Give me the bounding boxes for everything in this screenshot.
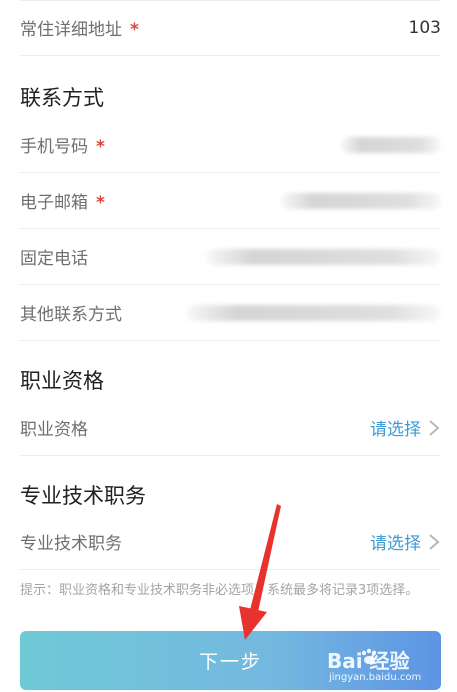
select-text: 请选择	[370, 534, 421, 554]
phone-value-blurred[interactable]	[341, 136, 441, 153]
address-label: 常住详细地址	[20, 20, 122, 40]
watermark-sub: jingyan.baidu.com	[329, 672, 422, 683]
landline-value-blurred[interactable]	[206, 248, 441, 265]
phone-label-group: 手机号码 *	[20, 132, 105, 157]
qualification-label: 职业资格	[20, 420, 88, 440]
section-title-contact: 联系方式	[20, 86, 104, 110]
technical-label: 专业技术职务	[20, 534, 122, 554]
required-mark: *	[130, 20, 139, 40]
required-mark: *	[96, 193, 105, 213]
phone-label: 手机号码	[20, 137, 88, 157]
landline-row[interactable]: 固定电话	[20, 229, 441, 285]
technical-row[interactable]: 专业技术职务 请选择	[20, 514, 441, 570]
baidu-watermark: Bai 经验 jingyan.baidu.com	[323, 645, 435, 687]
technical-select[interactable]: 请选择	[370, 529, 441, 554]
section-title-technical: 专业技术职务	[20, 484, 146, 508]
select-text: 请选择	[370, 420, 421, 440]
other-contact-row[interactable]: 其他联系方式	[20, 285, 441, 341]
other-contact-value-blurred[interactable]	[186, 304, 441, 321]
email-row[interactable]: 电子邮箱 *	[20, 173, 441, 229]
email-label: 电子邮箱	[20, 193, 88, 213]
email-value-blurred[interactable]	[281, 192, 441, 209]
chevron-right-icon	[429, 419, 440, 436]
phone-row[interactable]: 手机号码 *	[20, 117, 441, 173]
section-title-qualification: 职业资格	[20, 369, 104, 393]
landline-label: 固定电话	[20, 249, 88, 269]
hint-text: 提示：职业资格和专业技术职务非必选项，系统最多将记录3项选择。	[20, 583, 419, 598]
qualification-row[interactable]: 职业资格 请选择	[20, 400, 441, 456]
form-page: 常住详细地址 * 103 联系方式 手机号码 * 电子邮箱 * 固定电话 其他联系方式…	[0, 0, 457, 692]
required-mark: *	[96, 137, 105, 157]
address-label-group: 常住详细地址 *	[20, 15, 139, 40]
chevron-right-icon	[429, 533, 440, 550]
address-value[interactable]: 103	[409, 18, 441, 38]
baidu-paw-icon	[361, 648, 377, 664]
address-row[interactable]: 常住详细地址 * 103	[20, 0, 441, 56]
email-label-group: 电子邮箱 *	[20, 188, 105, 213]
qualification-select[interactable]: 请选择	[370, 415, 441, 440]
other-contact-label: 其他联系方式	[20, 305, 122, 325]
